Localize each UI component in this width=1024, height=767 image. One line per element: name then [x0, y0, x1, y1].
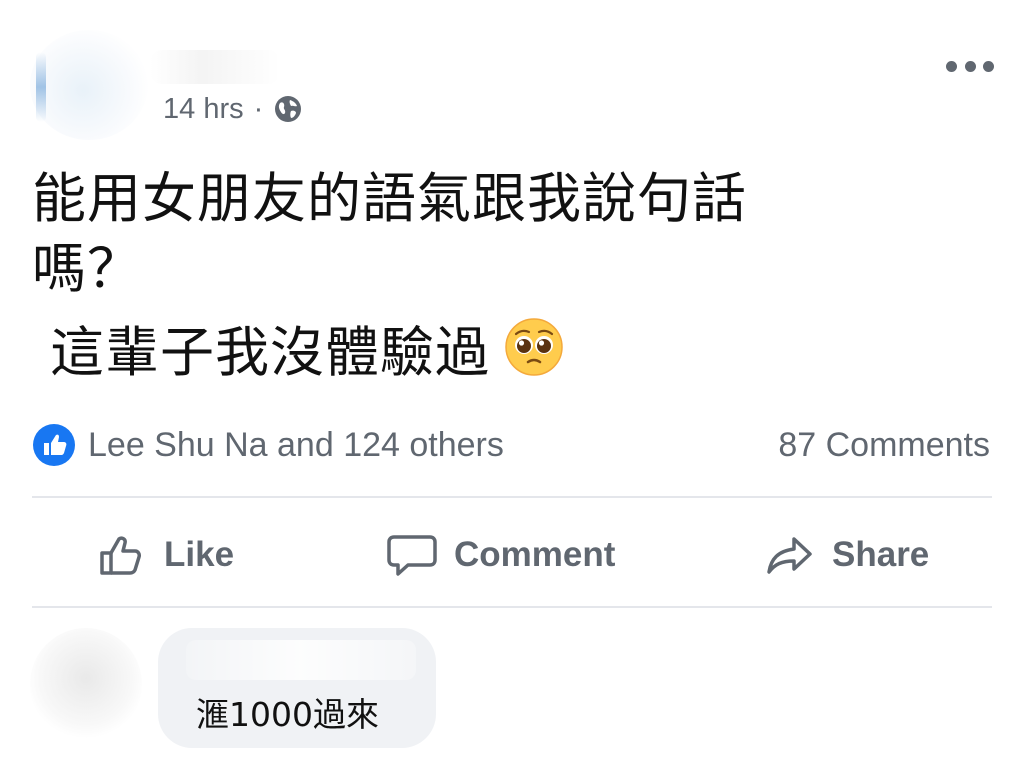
comments-count[interactable]: 87 Comments	[778, 422, 990, 468]
comment-icon	[387, 535, 437, 576]
thumbs-up-icon	[100, 536, 141, 575]
commenter-avatar[interactable]	[30, 628, 142, 740]
pleading-face-icon	[505, 318, 563, 376]
post-text-line-2: 嗎？	[32, 237, 142, 300]
like-label: Like	[164, 535, 235, 574]
commenter-name-redacted[interactable]	[186, 640, 416, 680]
comment-text: 滙1000過來	[196, 695, 379, 734]
post-meta: 14 hrs ·	[163, 91, 303, 127]
post-text-line-3-text: 這輩子我沒體驗過	[50, 321, 490, 384]
share-button[interactable]: Share	[764, 526, 929, 584]
like-button[interactable]: Like	[96, 526, 234, 584]
meta-separator: ·	[253, 92, 264, 125]
post-time[interactable]: 14 hrs	[163, 93, 244, 126]
author-avatar[interactable]	[30, 30, 148, 140]
like-reaction-icon	[33, 424, 75, 466]
more-options-icon[interactable]	[946, 56, 994, 76]
comment-button[interactable]: Comment	[386, 526, 615, 584]
share-arrow-icon	[767, 537, 812, 574]
globe-icon[interactable]	[273, 94, 303, 124]
divider-bottom	[32, 606, 992, 608]
reactions-summary[interactable]: Lee Shu Na and 124 others	[32, 422, 504, 468]
reactions-text[interactable]: Lee Shu Na and 124 others	[88, 426, 504, 465]
divider-top	[32, 496, 992, 498]
post-text-line-1: 能用女朋友的語氣跟我說句話	[32, 167, 747, 230]
comment-label: Comment	[454, 535, 616, 574]
share-label: Share	[832, 535, 930, 574]
post-text-line-3: 這輩子我沒體驗過	[50, 308, 564, 387]
author-name-redacted[interactable]	[150, 50, 280, 84]
